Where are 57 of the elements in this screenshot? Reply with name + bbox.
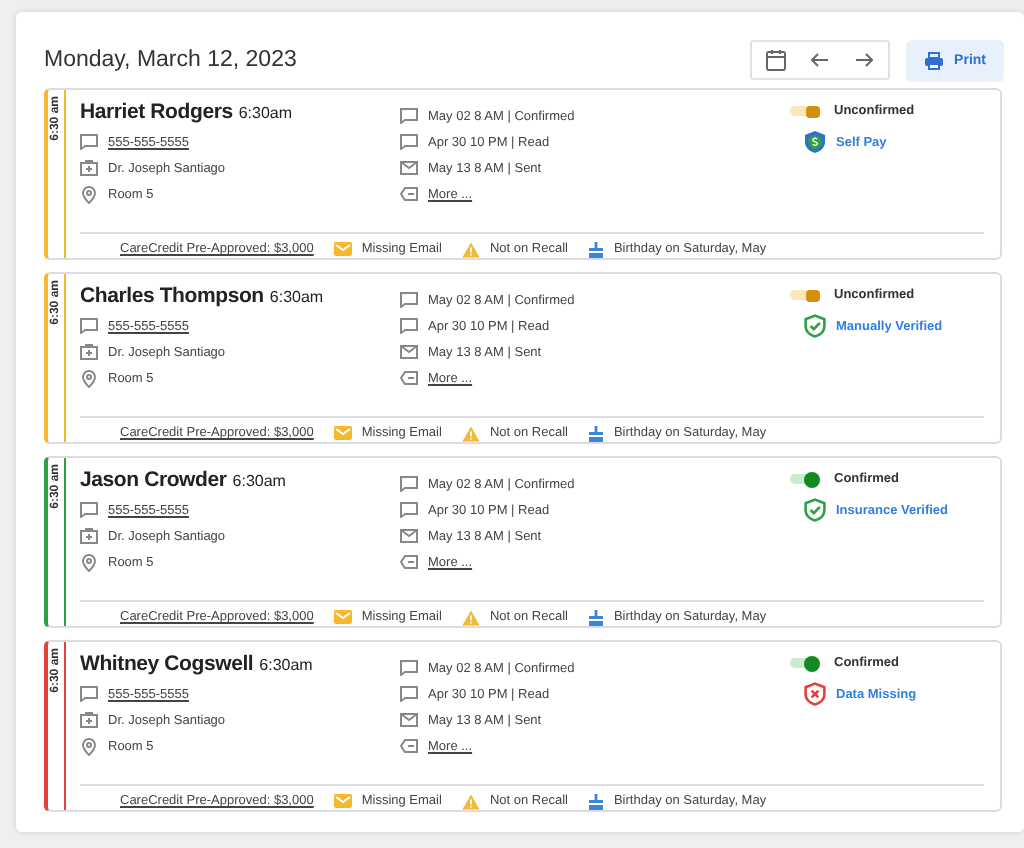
appointment-time: 6:30am [238, 104, 293, 122]
envelope-icon [400, 712, 418, 728]
location-pin-icon [80, 369, 98, 387]
shield-check-icon [804, 314, 826, 338]
tag-icon [400, 186, 418, 202]
appointment-card[interactable] [44, 456, 1002, 628]
envelope-icon [333, 794, 352, 808]
chat-icon [80, 318, 98, 334]
cake-icon [587, 792, 604, 810]
cake-icon [587, 608, 604, 626]
forward-arrow-icon[interactable] [852, 48, 877, 72]
patient-name: Harriet Rodgers [80, 100, 233, 124]
printer-icon [924, 51, 945, 69]
patient-name: Charles Thompson [80, 284, 264, 308]
chat-icon [80, 686, 98, 702]
tag-icon [400, 554, 418, 570]
cake-icon [587, 240, 604, 258]
calendar-icon[interactable] [764, 48, 789, 72]
cake-icon [587, 424, 604, 442]
warning-icon [461, 609, 480, 625]
back-arrow-icon[interactable] [808, 48, 833, 72]
tag-icon [400, 738, 418, 754]
warning-icon [461, 241, 480, 257]
confirmation-toggle[interactable] [790, 658, 818, 668]
location-pin-icon [80, 185, 98, 203]
appointment-card[interactable] [44, 88, 1002, 260]
confirmation-toggle[interactable] [790, 106, 818, 116]
appointment-card[interactable] [44, 640, 1002, 812]
shield-x-icon [804, 682, 826, 706]
medical-bag-icon [80, 160, 98, 176]
envelope-icon [400, 344, 418, 360]
medical-bag-icon [80, 528, 98, 544]
appointment-time: 6:30am [232, 472, 286, 490]
chat-icon [80, 134, 98, 150]
envelope-icon [333, 610, 352, 624]
shield-check-icon [804, 498, 826, 522]
medical-bag-icon [80, 344, 98, 360]
date-heading: Monday, March 12, 2023 [44, 48, 299, 72]
chat-icon [80, 502, 98, 518]
envelope-icon [333, 426, 352, 440]
confirmation-toggle[interactable] [790, 290, 818, 300]
envelope-icon [400, 160, 418, 176]
medical-bag-icon [80, 712, 98, 728]
warning-icon [461, 793, 480, 809]
appointment-time: 6:30am [259, 656, 313, 674]
confirmation-toggle[interactable] [790, 474, 818, 484]
appointment-card[interactable] [44, 272, 1002, 444]
patient-name: Whitney Cogswell [80, 652, 254, 676]
patient-name: Jason Crowder [80, 468, 227, 492]
location-pin-icon [80, 737, 98, 755]
shield-dollar-icon [804, 130, 826, 154]
appointment-time: 6:30am [269, 288, 324, 306]
tag-icon [400, 370, 418, 386]
envelope-icon [400, 528, 418, 544]
warning-icon [461, 425, 480, 441]
location-pin-icon [80, 553, 98, 571]
envelope-icon [333, 242, 352, 256]
